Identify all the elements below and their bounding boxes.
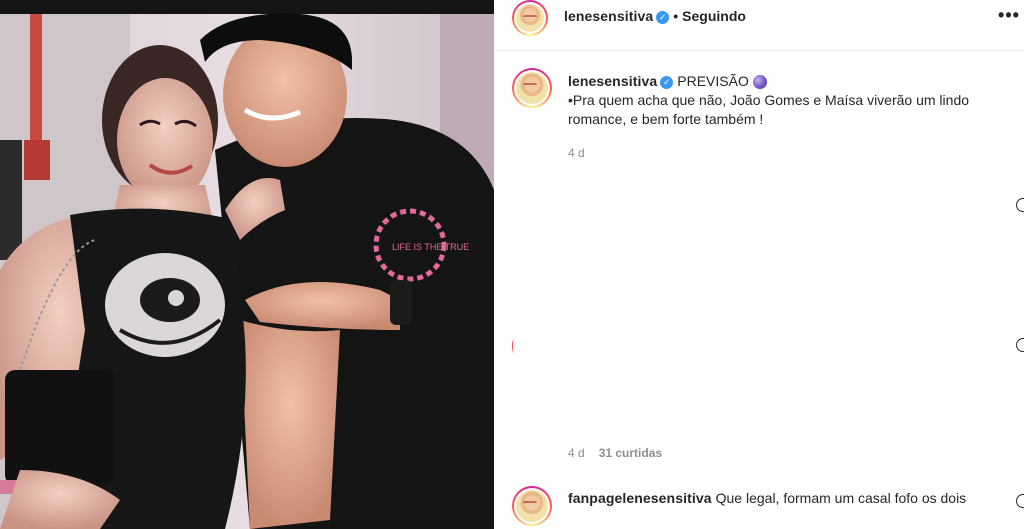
author-username[interactable]: lenesensitiva bbox=[564, 8, 653, 24]
like-comment-heart-icon[interactable] bbox=[1016, 198, 1024, 212]
commenter-username[interactable]: fanpagelenesensitiva bbox=[568, 490, 712, 506]
post-header: lenesensitiva ✓ • Seguindo ••• bbox=[494, 0, 1024, 51]
more-options-icon[interactable]: ••• bbox=[994, 6, 1024, 26]
caption-timestamp[interactable]: 4 d bbox=[568, 146, 585, 160]
post-caption: lenesensitiva ✓ PREVISÃO •Pra quem acha qu… bbox=[568, 72, 1008, 129]
shirt-print: LIFE IS THE TRUE bbox=[392, 242, 469, 252]
crystal-ball-icon bbox=[752, 75, 767, 90]
verified-icon: ✓ bbox=[660, 75, 674, 89]
like-comment-heart-icon[interactable] bbox=[1016, 494, 1024, 508]
following-button[interactable]: Seguindo bbox=[682, 8, 746, 24]
caption-line-1: •Pra quem acha que não, João Gomes e Maí… bbox=[568, 92, 970, 108]
comment-item: fanpagelenesensitiva Que legal, formam um… bbox=[568, 490, 966, 506]
caption-avatar[interactable] bbox=[512, 68, 552, 108]
comment-timestamp[interactable]: 4 d bbox=[568, 446, 585, 460]
verified-icon: ✓ bbox=[656, 10, 670, 24]
caption-line-2: romance, e bem forte também ! bbox=[568, 111, 764, 127]
separator-dot: • bbox=[673, 8, 679, 24]
like-comment-heart-icon[interactable] bbox=[1016, 338, 1024, 352]
commenter-avatar[interactable] bbox=[512, 486, 552, 526]
caption-tag: PREVISÃO bbox=[677, 73, 749, 89]
comment-likes-count[interactable]: 31 curtidas bbox=[599, 446, 662, 460]
author-avatar[interactable] bbox=[512, 0, 548, 36]
post-panel: lenesensitiva ✓ • Seguindo ••• lenesensitiv… bbox=[494, 0, 1024, 529]
comment-text: Que legal, formam um casal fofo os dois bbox=[715, 490, 967, 506]
post-photo[interactable]: LIFE IS THE TRUE bbox=[0, 0, 494, 529]
header-author: lenesensitiva ✓ • Seguindo bbox=[564, 8, 746, 24]
liked-heart-icon[interactable] bbox=[512, 339, 516, 353]
photo-image: LIFE IS THE TRUE bbox=[0, 0, 494, 529]
comment-meta: 4 d 31 curtidas bbox=[568, 446, 662, 460]
caption-username[interactable]: lenesensitiva bbox=[568, 73, 657, 89]
